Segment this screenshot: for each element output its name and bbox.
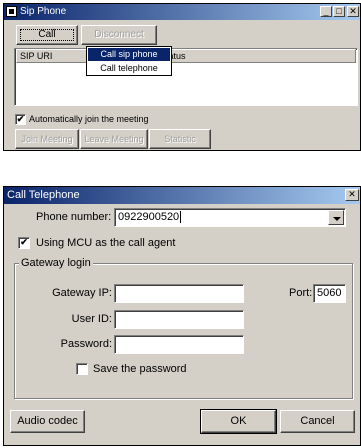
- sip-uri-list[interactable]: SIP URI Status: [14, 48, 358, 106]
- password-label: Password:: [60, 338, 112, 350]
- cancel-label: Cancel: [300, 415, 335, 427]
- save-password-label: Save the password: [93, 363, 187, 375]
- phone-number-label: Phone number:: [36, 211, 112, 223]
- user-id-label: User ID:: [71, 313, 112, 325]
- call-button[interactable]: Call: [16, 25, 78, 45]
- focus-ring: [20, 29, 74, 41]
- user-id-input[interactable]: [114, 310, 244, 329]
- close-icon[interactable]: ✕: [345, 189, 359, 201]
- save-password-checkbox[interactable]: [76, 363, 88, 375]
- phone-number-value: 0922900520: [118, 211, 182, 223]
- port-label: Port:: [289, 287, 313, 299]
- port-input[interactable]: 5060: [313, 284, 346, 303]
- ok-label: OK: [230, 415, 247, 427]
- gateway-login-label: Gateway login: [19, 257, 93, 269]
- disconnect-button[interactable]: Disconnect: [81, 25, 157, 45]
- use-mcu-checkbox[interactable]: ✔: [18, 237, 30, 249]
- dialog-title: Call Telephone: [7, 189, 80, 201]
- use-mcu-label: Using MCU as the call agent: [36, 237, 176, 249]
- audio-codec-label: Audio codec: [17, 415, 78, 427]
- phone-number-combo[interactable]: 0922900520: [114, 208, 346, 227]
- call-telephone-dialog: Call Telephone ✕ Phone number: 092290052…: [3, 186, 361, 446]
- join-meeting-label: Join Meeting: [21, 134, 73, 144]
- leave-meeting-button[interactable]: Leave Meeting: [80, 129, 148, 149]
- audio-codec-button[interactable]: Audio codec: [10, 410, 85, 433]
- dialog-title-bar[interactable]: Call Telephone ✕: [4, 187, 360, 204]
- ok-button[interactable]: OK: [200, 409, 277, 434]
- cancel-button[interactable]: Cancel: [280, 410, 355, 433]
- statistic-label: Statistic: [164, 134, 196, 144]
- menu-item-call-sip-phone[interactable]: Call sip phone: [88, 48, 170, 61]
- maximize-icon[interactable]: □: [333, 6, 345, 17]
- sip-phone-window: Sip Phone _ □ ✕ Call Disconnect SIP URI …: [3, 3, 361, 151]
- leave-meeting-label: Leave Meeting: [84, 134, 144, 144]
- password-input[interactable]: [114, 335, 244, 354]
- port-value: 5060: [317, 287, 342, 299]
- chevron-down-icon[interactable]: [328, 210, 344, 225]
- menu-item-call-telephone[interactable]: Call telephone: [88, 62, 170, 75]
- call-menu: Call sip phone Call telephone: [86, 46, 172, 76]
- statistic-button[interactable]: Statistic: [149, 129, 211, 149]
- app-icon: [6, 6, 17, 17]
- join-meeting-button[interactable]: Join Meeting: [15, 129, 79, 149]
- column-header-status[interactable]: Status: [156, 49, 356, 63]
- disconnect-button-label: Disconnect: [94, 29, 144, 40]
- gateway-ip-label: Gateway IP:: [52, 287, 112, 299]
- close-icon[interactable]: ✕: [347, 6, 359, 17]
- auto-join-checkbox[interactable]: ✔: [15, 114, 26, 125]
- gateway-ip-input[interactable]: [114, 284, 244, 303]
- sip-phone-title-bar[interactable]: Sip Phone _ □ ✕: [4, 4, 360, 20]
- window-title: Sip Phone: [20, 6, 67, 17]
- auto-join-label: Automatically join the meeting: [29, 114, 149, 124]
- minimize-icon[interactable]: _: [320, 6, 332, 17]
